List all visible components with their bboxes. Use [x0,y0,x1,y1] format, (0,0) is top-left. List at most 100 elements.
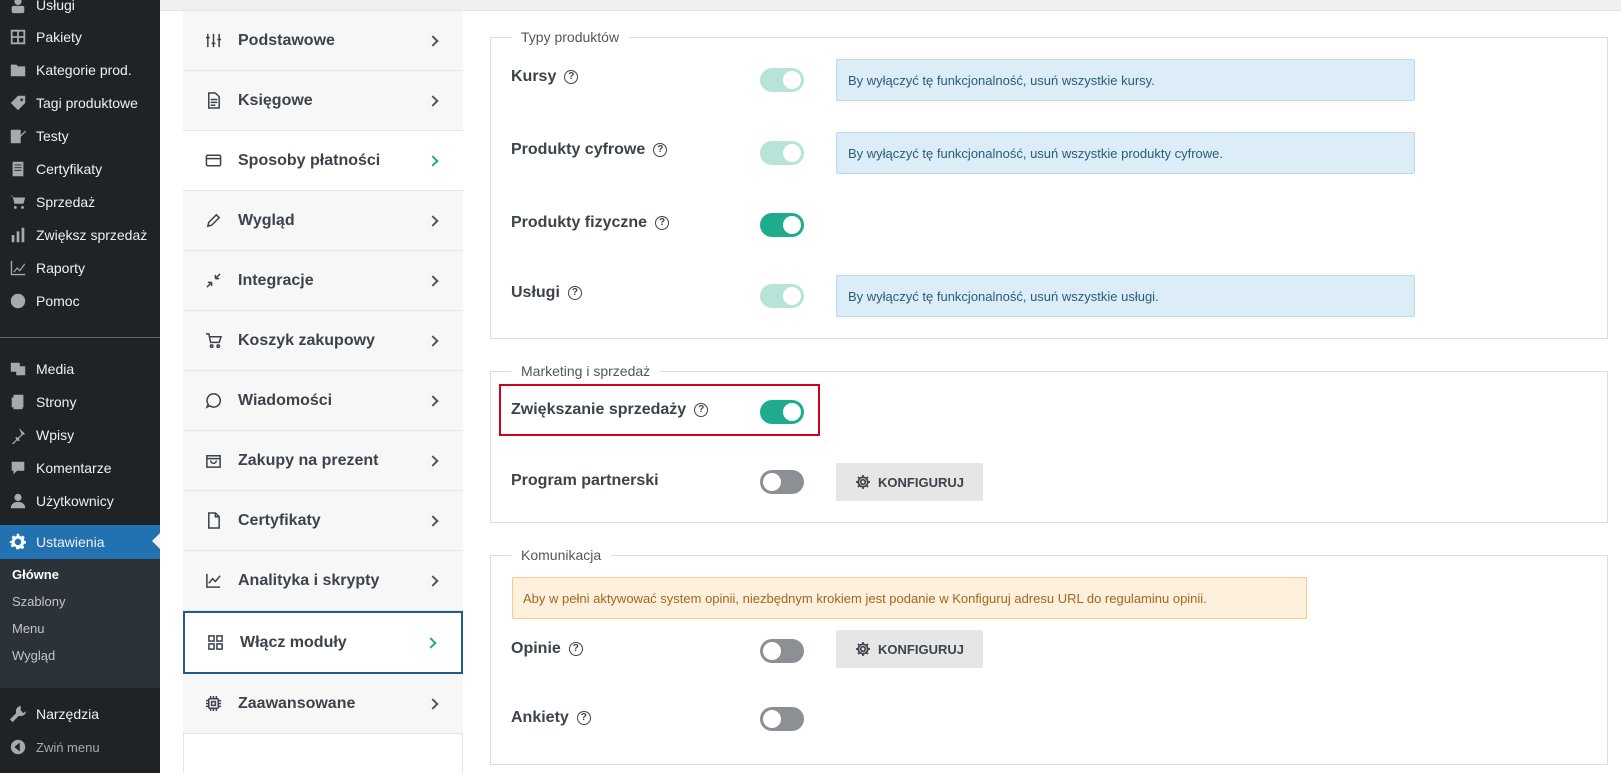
label-text: Usługi [511,284,560,301]
settings-nav-label: Księgowe [238,91,313,109]
settings-nav-podstawowe[interactable]: Podstawowe [183,11,463,71]
media-icon [8,360,28,378]
toggle-produkty-fizyczne[interactable] [760,213,804,237]
chevron-right-icon [427,394,439,407]
pencil-icon [204,212,222,230]
settings-nav-zakupy-na-prezent[interactable]: Zakupy na prezent [183,431,463,491]
settings-gear-icon [8,533,28,551]
admin-menu-item-pakiety[interactable]: Pakiety [0,20,160,54]
admin-menu-item-sprzedaz[interactable]: Sprzedaż [0,185,160,219]
row-label-program-partnerski: Program partnerski [511,472,659,490]
toggle-kursy[interactable] [760,68,804,92]
configure-partner-button[interactable]: KONFIGURUJ [836,463,983,501]
message-icon [204,392,222,410]
admin-menu-item-certyfikaty[interactable]: Certyfikaty [0,152,160,186]
help-icon[interactable]: ? [576,711,591,725]
settings-nav-label: Certyfikaty [238,511,321,529]
chevron-right-icon [425,636,437,649]
settings-nav-label: Koszyk zakupowy [238,331,375,349]
services-icon [8,0,28,14]
user-icon [8,492,28,510]
chevron-right-icon [427,697,439,710]
admin-menu-label: Komentarze [36,460,112,476]
legend-product-types: Typy produktów [511,29,630,45]
folder-icon [8,61,28,79]
submenu-item-wyglad[interactable]: Wygląd [12,648,55,663]
help-icon[interactable]: ? [567,286,582,300]
admin-menu-item-raporty[interactable]: Raporty [0,251,160,285]
toggle-ankiety[interactable] [760,707,804,731]
admin-menu-label: Pomoc [36,293,80,309]
admin-menu-item-testy[interactable]: Testy [0,119,160,153]
help-icon[interactable]: ? [653,143,668,157]
settings-nav-wlacz-moduly[interactable]: Włącz moduły [183,611,463,674]
submenu-item-menu[interactable]: Menu [12,621,45,636]
admin-menu-item-pomoc[interactable]: Pomoc [0,284,160,318]
cart-icon [204,332,222,350]
settings-nav-certyfikaty[interactable]: Certyfikaty [183,491,463,551]
toggle-opinie[interactable] [760,639,804,663]
admin-menu-label: Testy [36,128,69,144]
admin-menu-item-ustawienia[interactable]: Ustawienia [0,525,160,559]
arrows-in-icon [204,272,222,290]
admin-menu-item-strony[interactable]: Strony [0,385,160,419]
analytics-icon [204,572,222,590]
gear-icon [856,642,871,656]
settings-nav-label: Integracje [238,271,314,289]
admin-menu-item-narzedzia[interactable]: Narzędzia [0,697,160,731]
settings-nav-label: Podstawowe [238,31,335,49]
settings-nav-koszyk[interactable]: Koszyk zakupowy [183,311,463,371]
warning-opinie: Aby w pełni aktywować system opinii, nie… [512,577,1307,619]
collapse-menu-button[interactable]: Zwiń menu [0,730,160,764]
legend-marketing: Marketing i sprzedaż [511,363,661,379]
help-icon[interactable]: ? [655,216,670,230]
admin-menu-item-komentarze[interactable]: Komentarze [0,451,160,485]
gear-icon [856,475,871,489]
toggle-produkty-cyfrowe[interactable] [760,141,804,165]
help-icon[interactable]: ? [568,642,583,656]
chevron-right-icon [427,274,439,287]
submenu-item-szablony[interactable]: Szablony [12,594,65,609]
settings-nav-analityka[interactable]: Analityka i skrypty [183,551,463,611]
admin-menu-item-uslugi[interactable]: Usługi [0,0,160,22]
chevron-right-icon [427,214,439,227]
help-icon[interactable]: ? [564,70,579,84]
toggle-uslugi[interactable] [760,284,804,308]
settings-nav-wyglad[interactable]: Wygląd [183,191,463,251]
admin-menu-item-wpisy[interactable]: Wpisy [0,418,160,452]
settings-nav-zaawansowane[interactable]: Zaawansowane [183,674,463,734]
admin-menu-label: Certyfikaty [36,161,103,177]
settings-nav-label: Włącz moduły [240,633,347,651]
top-strip [160,0,1621,11]
configure-opinie-button[interactable]: KONFIGURUJ [836,630,983,668]
settings-nav-integracje[interactable]: Integracje [183,251,463,311]
admin-menu-item-media[interactable]: Media [0,352,160,386]
submenu-item-glowne[interactable]: Główne [12,567,59,582]
settings-nav-ksiegowe[interactable]: Księgowe [183,71,463,131]
admin-menu-item-zwieksz-sprzedaz[interactable]: Zwiększ sprzedaż [0,218,160,252]
settings-nav-wiadomosci[interactable]: Wiadomości [183,371,463,431]
label-text: Program partnerski [511,472,659,489]
chevron-right-icon [427,334,439,347]
button-label: KONFIGURUJ [878,641,964,657]
row-label-produkty-fizyczne: Produkty fizyczne? [511,214,670,232]
admin-menu-label: Raporty [36,260,86,276]
certificate-document-icon [8,160,28,178]
row-label-ankiety: Ankiety? [511,709,591,727]
admin-menu-item-uzytkownicy[interactable]: Użytkownicy [0,484,160,518]
admin-menu-label: Ustawienia [36,534,105,550]
settings-nav-sposoby-platnosci[interactable]: Sposoby płatności [183,131,463,191]
admin-menu-label: Usługi [36,0,75,13]
admin-menu-item-tagi[interactable]: Tagi produktowe [0,86,160,120]
cart-icon [8,193,28,211]
file-icon [204,512,222,530]
menu-separator [0,337,160,338]
label-text: Kursy [511,68,557,85]
label-text: Produkty fizyczne [511,214,648,231]
row-label-kursy: Kursy? [511,68,579,86]
admin-menu-label: Sprzedaż [36,194,96,210]
chevron-right-icon [427,154,439,167]
admin-menu-item-kategorie[interactable]: Kategorie prod. [0,53,160,87]
tag-icon [8,94,28,112]
toggle-program-partnerski[interactable] [760,470,804,494]
